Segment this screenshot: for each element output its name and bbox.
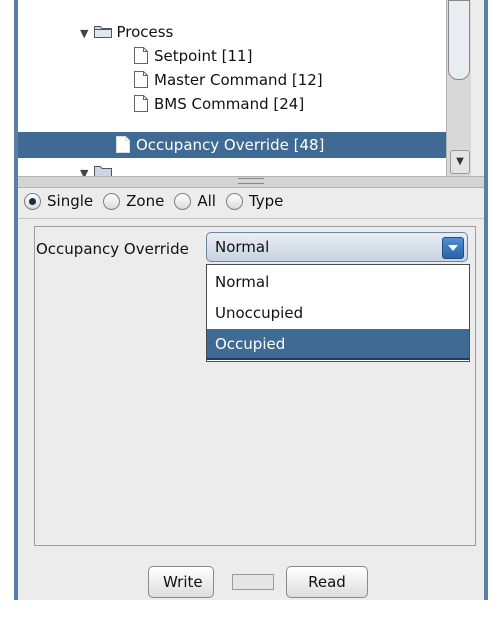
document-icon <box>134 47 148 64</box>
dropdown-list: Normal Unoccupied Occupied <box>206 264 470 362</box>
tree-item[interactable]: BMS Command [24] <box>134 92 304 116</box>
radio-label: All <box>197 192 216 210</box>
tree-item-label: Setpoint [11] <box>154 47 253 65</box>
radio-label: Type <box>248 192 284 210</box>
frame-border-left <box>14 0 18 600</box>
radio-all[interactable]: All <box>174 192 216 210</box>
document-icon <box>134 71 148 88</box>
frame-border-right <box>484 0 488 600</box>
document-icon <box>116 136 130 153</box>
dropdown-option[interactable]: Normal <box>207 267 469 298</box>
select-value: Normal <box>215 238 270 256</box>
dropdown-arrow-icon[interactable] <box>442 237 464 259</box>
scroll-down-arrow-icon[interactable]: ▼ <box>450 150 470 174</box>
radio-label: Single <box>47 192 94 210</box>
separator <box>18 218 484 219</box>
dropdown-option-highlighted[interactable]: Occupied <box>207 329 469 360</box>
folder-icon <box>94 166 113 176</box>
radio-label: Zone <box>126 192 165 210</box>
radio-button[interactable] <box>174 192 192 210</box>
tree-item-selected[interactable]: Occupancy Override [48] <box>18 132 446 158</box>
radio-type[interactable]: Type <box>225 192 284 210</box>
radio-button[interactable] <box>103 192 121 210</box>
divider-grip-icon[interactable] <box>238 178 264 184</box>
expand-triangle-icon[interactable]: ▼ <box>80 27 88 40</box>
dropdown-option[interactable]: Unoccupied <box>207 298 469 329</box>
radio-button-checked[interactable] <box>24 192 41 210</box>
status-indicator <box>232 574 274 590</box>
occupancy-override-select[interactable]: Normal <box>206 232 468 262</box>
radio-button[interactable] <box>225 192 243 210</box>
tree-item[interactable]: Master Command [12] <box>134 68 323 92</box>
tree-scrollbar-thumb[interactable] <box>448 0 470 80</box>
tree-item-selected-content: Occupancy Override [48] <box>116 133 324 157</box>
tree-folder-partial[interactable]: ▼ <box>80 160 116 176</box>
write-button[interactable]: Write <box>148 566 214 598</box>
folder-icon <box>94 26 113 38</box>
tree-folder-process[interactable]: ▼ Process <box>80 20 173 44</box>
radio-single[interactable]: Single <box>24 192 93 210</box>
scope-radio-group: Single Zone All Type <box>24 188 287 214</box>
read-button[interactable]: Read <box>286 566 368 598</box>
expand-triangle-icon[interactable]: ▼ <box>80 167 88 176</box>
radio-zone[interactable]: Zone <box>103 192 164 210</box>
tree-item[interactable]: Setpoint [11] <box>134 44 252 68</box>
document-icon <box>134 95 148 112</box>
tree-item-label: Occupancy Override [48] <box>136 136 325 154</box>
bottom-margin <box>0 600 502 619</box>
tree-item-label: Master Command [12] <box>154 71 323 89</box>
tree-item-label: BMS Command [24] <box>154 95 305 113</box>
field-label: Occupancy Override <box>36 240 189 258</box>
folder-label: Process <box>116 23 174 41</box>
